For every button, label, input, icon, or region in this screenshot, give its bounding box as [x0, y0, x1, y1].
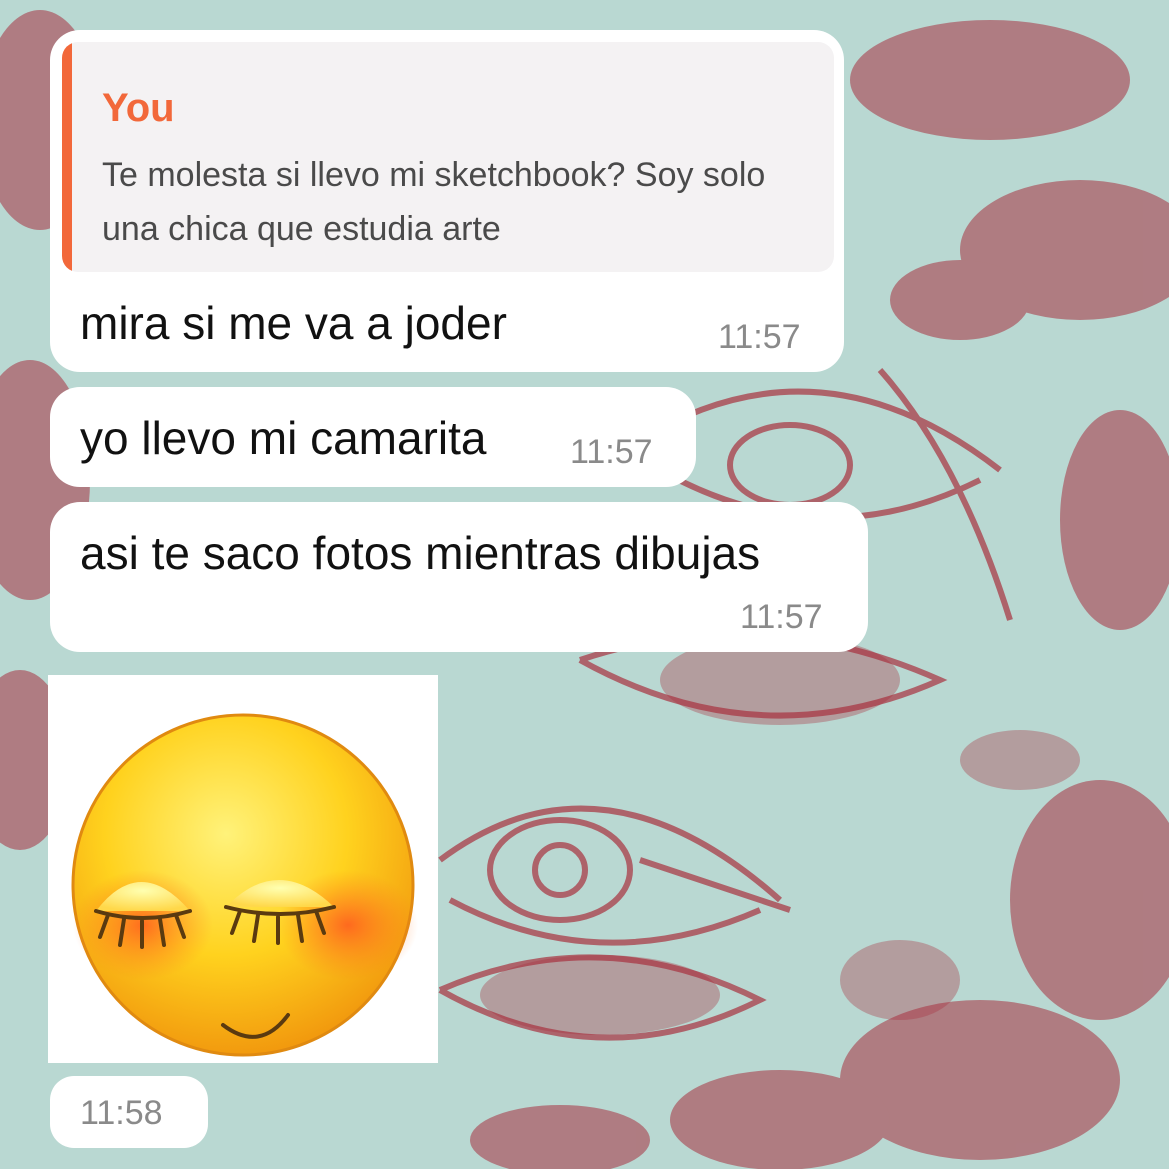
message-text: mira si me va a joder — [80, 297, 507, 349]
message-bubble[interactable]: You Te molesta si llevo mi sketchbook? S… — [50, 30, 844, 372]
reply-author: You — [102, 86, 175, 130]
reply-accent-bar — [62, 42, 72, 272]
message-time: 11:58 — [80, 1094, 163, 1132]
message-time: 11:57 — [740, 598, 823, 636]
message-time: 11:57 — [718, 318, 801, 356]
reply-quote[interactable]: You Te molesta si llevo mi sketchbook? S… — [62, 42, 834, 272]
message-bubble[interactable]: yo llevo mi camarita 11:57 — [50, 387, 696, 487]
message-text: yo llevo mi camarita — [80, 412, 487, 464]
message-time: 11:57 — [570, 433, 653, 471]
message-bubble[interactable]: asi te saco fotos mientras dibujas 11:57 — [50, 502, 868, 652]
sticker-message[interactable] — [48, 675, 438, 1063]
blushing-smiley-closed-eyes-icon — [71, 713, 418, 1057]
message-text: asi te saco fotos mientras dibujas — [80, 527, 761, 579]
reply-text: Te molesta si llevo mi sketchbook? Soy s… — [102, 156, 766, 248]
sticker-time-pill: 11:58 — [50, 1076, 208, 1148]
